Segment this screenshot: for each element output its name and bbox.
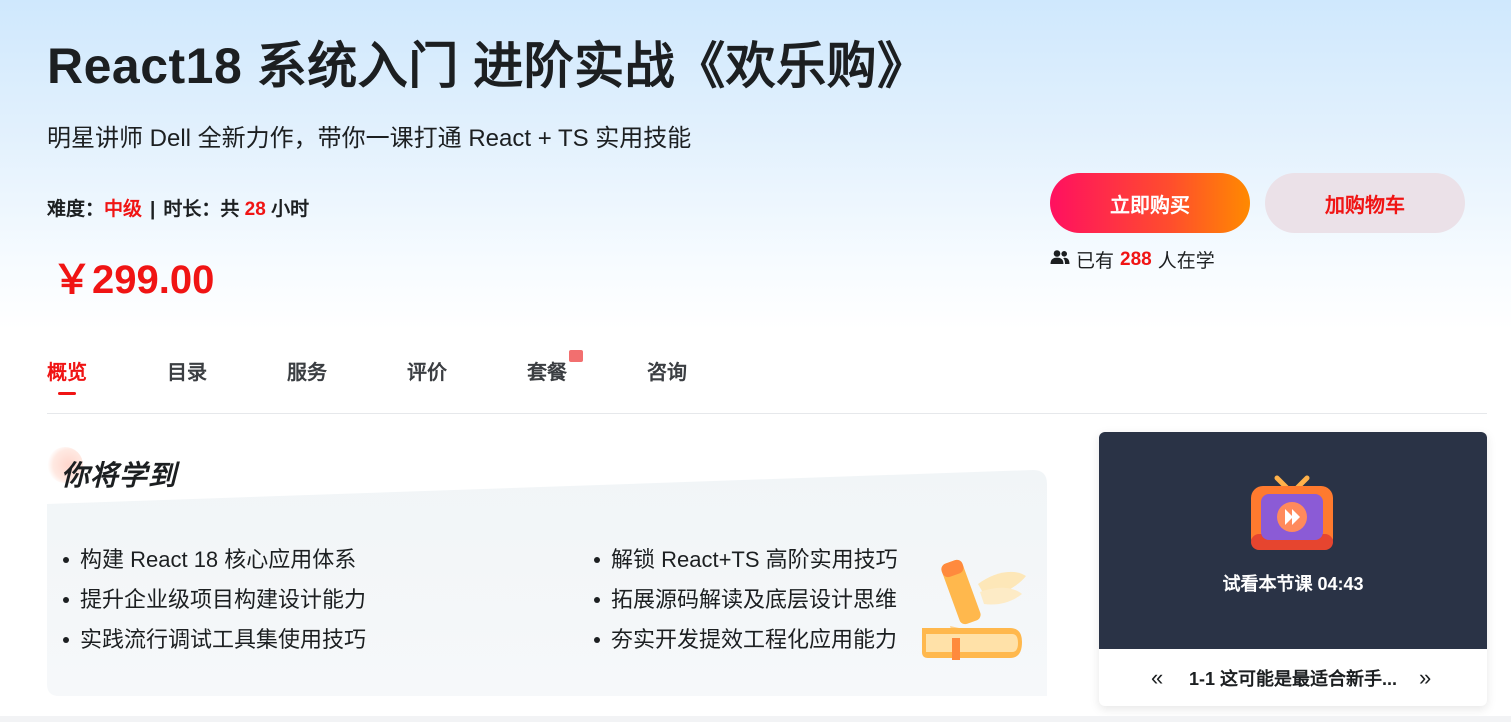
next-chapter-button[interactable]: » xyxy=(1419,665,1431,691)
learners-count: 已有 288 人在学 xyxy=(1050,246,1215,273)
tab-packages[interactable]: 套餐 xyxy=(527,356,567,385)
list-item: 解锁 React+TS 高阶实用技巧 xyxy=(594,540,898,580)
trial-label: 试看本节课 04:43 xyxy=(1222,574,1364,594)
course-subtitle: 明星讲师 Dell 全新力作，带你一课打通 React + TS 实用技能 xyxy=(47,125,692,152)
tv-play-icon xyxy=(1251,475,1333,550)
course-meta: 难度：中级 | 时长：共 28 小时 xyxy=(47,194,309,221)
tabs-divider xyxy=(47,413,1487,414)
tab-overview[interactable]: 概览 xyxy=(47,356,87,395)
tab-catalog[interactable]: 目录 xyxy=(167,356,207,385)
video-nav: « 1-1 这可能是最适合新手... » xyxy=(1099,649,1487,706)
learners-number: 288 xyxy=(1120,248,1152,270)
list-item: 构建 React 18 核心应用体系 xyxy=(63,540,366,580)
learners-suffix: 人在学 xyxy=(1157,251,1215,272)
duration-unit: 小时 xyxy=(271,199,310,220)
learn-list-left: 构建 React 18 核心应用体系 提升企业级项目构建设计能力 实践流行调试工… xyxy=(63,540,366,660)
video-player[interactable]: 试看本节课 04:43 xyxy=(1099,432,1487,649)
list-item: 拓展源码解读及底层设计思维 xyxy=(594,580,898,620)
course-price: ￥299.00 xyxy=(52,258,215,302)
tab-services[interactable]: 服务 xyxy=(287,356,327,385)
package-badge-icon xyxy=(569,350,583,362)
duration-label: 时长：共 xyxy=(163,199,240,220)
learn-list-right: 解锁 React+TS 高阶实用技巧 拓展源码解读及底层设计思维 夯实开发提效工… xyxy=(594,540,898,660)
buy-now-button[interactable]: 立即购买 xyxy=(1050,173,1250,233)
users-icon xyxy=(1050,249,1070,271)
chapter-title[interactable]: 1-1 这可能是最适合新手... xyxy=(1189,665,1397,691)
duration-value: 28 xyxy=(244,199,266,220)
learn-section: 你将学到 构建 React 18 核心应用体系 提升企业级项目构建设计能力 实践… xyxy=(47,440,1047,696)
tab-reviews[interactable]: 评价 xyxy=(407,356,447,385)
page-bottom-edge xyxy=(0,716,1511,722)
list-item: 实践流行调试工具集使用技巧 xyxy=(63,620,366,660)
list-item: 提升企业级项目构建设计能力 xyxy=(63,580,366,620)
pencil-book-icon xyxy=(922,559,1026,660)
video-preview-card: 试看本节课 04:43 « 1-1 这可能是最适合新手... » xyxy=(1099,432,1487,706)
list-item: 夯实开发提效工程化应用能力 xyxy=(594,620,898,660)
learners-prefix: 已有 xyxy=(1076,251,1115,272)
difficulty-value: 中级 xyxy=(104,199,143,220)
tab-consult[interactable]: 咨询 xyxy=(647,356,687,385)
learn-title: 你将学到 xyxy=(61,460,178,491)
add-to-cart-button[interactable]: 加购物车 xyxy=(1265,173,1465,233)
difficulty-label: 难度： xyxy=(47,199,105,220)
meta-separator: | xyxy=(150,199,156,220)
prev-chapter-button[interactable]: « xyxy=(1151,665,1163,691)
course-title: React18 系统入门 进阶实战《欢乐购》 xyxy=(47,38,928,94)
